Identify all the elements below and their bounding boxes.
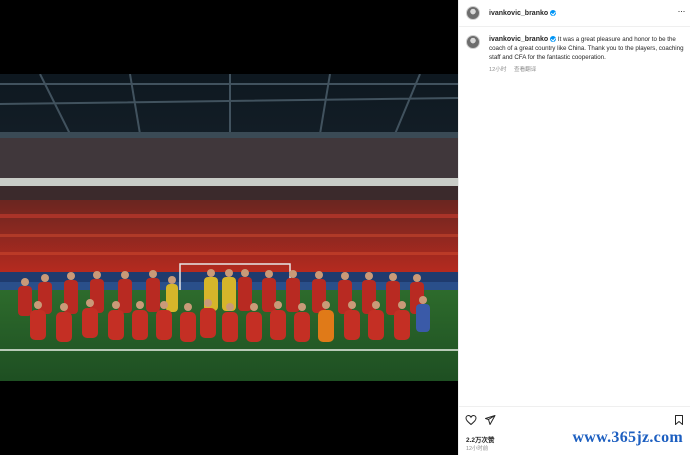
media-pane (0, 0, 458, 455)
author-username[interactable]: ivankovic_branko (489, 9, 557, 18)
post-side-panel: ivankovic_branko ··· ivankovic_branko It… (458, 0, 690, 455)
caption-timestamp[interactable]: 12小时 (489, 67, 506, 73)
caption-text: ivankovic_branko It was a great pleasure… (489, 35, 685, 63)
author-username-text[interactable]: ivankovic_branko (489, 10, 548, 17)
verified-badge-icon (550, 10, 557, 16)
caption-avatar-icon[interactable] (466, 35, 480, 49)
post-timestamp: 12小时前 (466, 446, 489, 452)
caption-username[interactable]: ivankovic_branko (489, 36, 548, 43)
post-header: ivankovic_branko ··· (459, 0, 690, 27)
more-options-icon[interactable]: ··· (678, 6, 686, 16)
post-photo (0, 74, 458, 381)
caption-meta: 12小时 查看翻译 (489, 65, 536, 73)
caption-verified-badge-icon (550, 36, 557, 42)
like-count[interactable]: 2.2万次赞 (466, 434, 495, 444)
avatar-icon[interactable] (466, 6, 480, 20)
site-watermark: www.365jz.com (572, 429, 683, 446)
share-icon[interactable] (484, 414, 496, 426)
bookmark-icon[interactable] (673, 414, 685, 426)
heart-icon[interactable] (465, 414, 477, 426)
translate-link[interactable]: 查看翻译 (514, 67, 536, 73)
